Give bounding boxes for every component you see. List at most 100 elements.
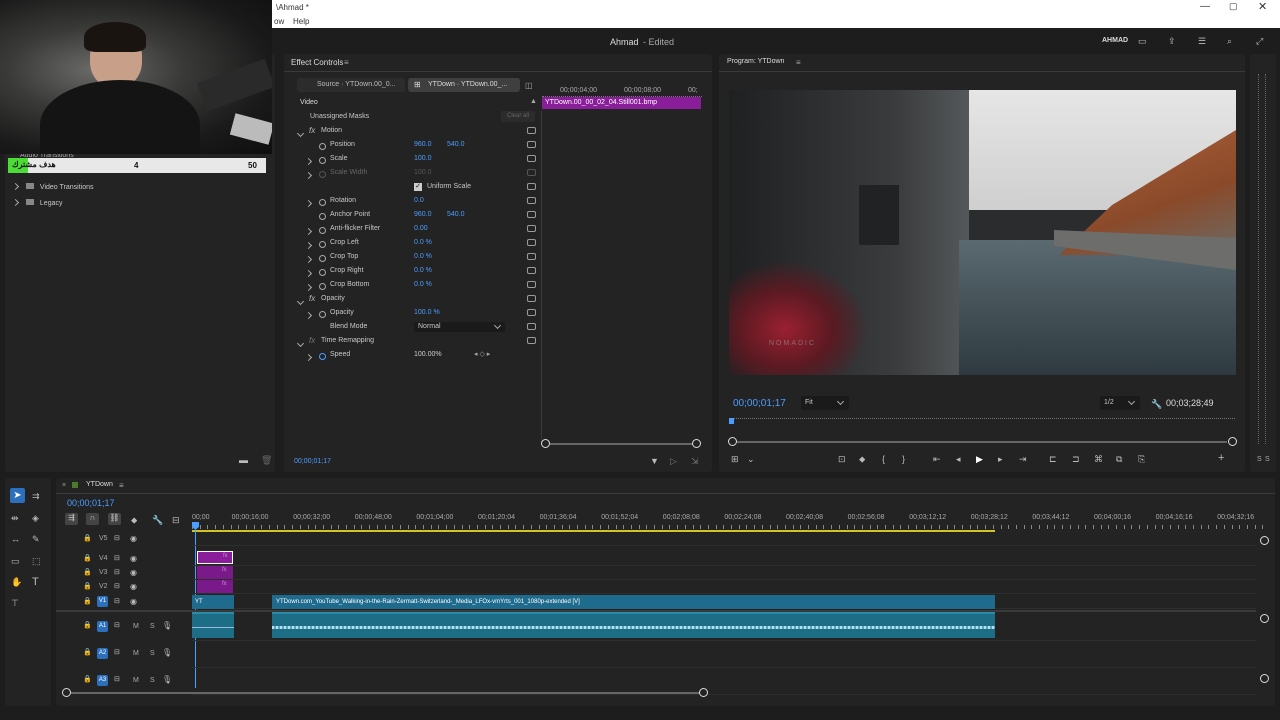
comparison-view-icon[interactable]: ⧉ xyxy=(1116,454,1122,464)
lock-icon[interactable]: 🔒 xyxy=(83,648,92,658)
blend-mode-select[interactable]: Normal xyxy=(414,321,505,332)
step-forward-icon[interactable]: ▸ xyxy=(998,454,1003,464)
program-time-ruler[interactable] xyxy=(729,418,1235,422)
timeline-timecode[interactable]: 00;00;01;17 xyxy=(67,498,115,508)
timeline-settings-wrench-icon[interactable]: 🔧 xyxy=(152,515,163,525)
property-value[interactable]: 960.0 xyxy=(414,138,432,152)
sync-lock-icon[interactable]: ⊟ xyxy=(114,582,120,592)
main-video-clip-v1[interactable]: YTDown.com_YouTube_Walking-in-the-Rain-Z… xyxy=(272,595,995,609)
lock-icon[interactable]: 🔒 xyxy=(83,554,92,564)
lock-icon[interactable]: 🔒 xyxy=(83,568,92,578)
effect-row[interactable]: Crop Top 0.0 % xyxy=(284,250,541,264)
sync-lock-icon[interactable]: ⊟ xyxy=(114,554,120,564)
uniform-scale-checkbox[interactable]: ✓ xyxy=(414,183,422,191)
lock-icon[interactable]: 🔒 xyxy=(83,621,92,631)
add-marker-icon[interactable]: ⬥ xyxy=(131,515,137,525)
property-value[interactable]: 0.00 xyxy=(414,222,428,236)
effect-row[interactable]: Opacity 100.0 % xyxy=(284,306,541,320)
timeline-zoom-left-handle[interactable] xyxy=(62,688,71,697)
track-target-button[interactable]: A3 xyxy=(97,675,108,686)
effect-row[interactable]: fx Motion xyxy=(284,124,541,138)
property-value[interactable]: 100.0 xyxy=(414,166,432,180)
track-target-button[interactable]: A1 xyxy=(97,621,108,632)
effect-row[interactable]: fx Opacity xyxy=(284,292,541,306)
caption-tool-icon[interactable]: ⊤ xyxy=(11,598,19,608)
marker-icon[interactable]: ⬥ xyxy=(859,454,865,464)
folder-legacy[interactable]: Legacy xyxy=(11,198,62,207)
keyframe-nav-icon[interactable]: ◂ ◇ ▸ xyxy=(474,348,490,362)
program-zoom-bar[interactable] xyxy=(737,441,1227,443)
timeline-zoom-right-handle[interactable] xyxy=(699,688,708,697)
play-audio-icon[interactable]: ▷ xyxy=(670,456,677,466)
reset-parameter-icon[interactable] xyxy=(527,239,536,246)
linked-selection-icon[interactable]: ⛓ xyxy=(108,513,121,525)
toggle-timeline-icon[interactable]: ◫ xyxy=(525,81,533,90)
effect-row[interactable]: ✓ Uniform Scale xyxy=(284,180,541,194)
snap-icon[interactable]: ∩ xyxy=(86,513,99,525)
maximize-icon[interactable]: ▢ xyxy=(1229,1,1238,12)
sync-lock-icon[interactable]: ⊟ xyxy=(114,675,120,685)
lock-icon[interactable]: 🔒 xyxy=(83,534,92,544)
sync-lock-icon[interactable]: ⊟ xyxy=(114,534,120,544)
add-button-icon[interactable]: + xyxy=(1218,453,1224,464)
close-sequence-icon[interactable]: × xyxy=(62,482,66,489)
ec-zoom-bar[interactable] xyxy=(550,443,695,445)
effect-row[interactable]: Crop Right 0.0 % xyxy=(284,264,541,278)
program-playhead-timecode[interactable]: 00;00;01;17 xyxy=(733,398,786,409)
mark-in-icon[interactable]: ⊡ xyxy=(838,454,846,464)
ec-zoom-left-handle[interactable] xyxy=(541,439,550,448)
microphone-icon[interactable]: 🎙 xyxy=(162,648,172,658)
track-select-tool-icon[interactable]: ⇉ xyxy=(32,491,40,501)
workspaces-icon[interactable]: ☰ xyxy=(1198,36,1206,46)
effect-row[interactable]: Position 960.0 540.0 xyxy=(284,138,541,152)
mark-in-bracket-icon[interactable]: { xyxy=(882,454,885,464)
sync-lock-icon[interactable]: ⊟ xyxy=(114,621,120,631)
timeline-zoom-bar[interactable] xyxy=(71,692,701,694)
user-name[interactable]: AHMAD xyxy=(1102,37,1128,44)
solo-button[interactable]: S xyxy=(150,623,155,630)
reset-parameter-icon[interactable] xyxy=(527,211,536,218)
shape-tool-icon[interactable]: ⬚ xyxy=(32,556,41,566)
lift-icon[interactable]: ⊏ xyxy=(1049,454,1057,464)
eye-icon[interactable]: ◉ xyxy=(130,534,137,544)
minimize-icon[interactable]: — xyxy=(1200,1,1210,12)
reset-parameter-icon[interactable] xyxy=(527,323,536,330)
sequence-clip-tab[interactable]: ⊞ YTDown · YTDown.00_... xyxy=(408,78,520,92)
mark-out-bracket-icon[interactable]: } xyxy=(902,454,905,464)
reset-parameter-icon[interactable] xyxy=(527,183,536,190)
ec-zoom-right-handle[interactable] xyxy=(692,439,701,448)
chevron-right-icon[interactable] xyxy=(11,198,20,207)
camera-icon[interactable]: ⌘ xyxy=(1094,454,1103,464)
short-clip-v1[interactable]: YT xyxy=(192,595,234,609)
still-clip-v4[interactable]: fx xyxy=(197,551,233,564)
source-clip-tab[interactable]: Source · YTDown.00_0... xyxy=(297,78,405,92)
menu-item-window[interactable]: ow xyxy=(274,17,284,26)
step-back-icon[interactable]: ◂ xyxy=(956,454,961,464)
lock-icon[interactable]: 🔒 xyxy=(83,675,92,685)
property-value[interactable]: 0.0 % xyxy=(414,250,432,264)
program-zoom-right-handle[interactable] xyxy=(1228,437,1237,446)
go-to-out-icon[interactable]: ⇥ xyxy=(1019,454,1027,464)
property-value[interactable]: 0.0 xyxy=(414,194,424,208)
ripple-edit-tool-icon[interactable]: ⇹ xyxy=(11,513,19,523)
nest-toggle-icon[interactable]: ⇶ xyxy=(65,513,78,525)
still-clip-v2[interactable]: fx xyxy=(197,580,233,593)
reset-parameter-icon[interactable] xyxy=(527,337,536,344)
fullscreen-icon[interactable]: ⤢ xyxy=(1256,36,1263,46)
type-tool-icon[interactable]: T xyxy=(32,577,39,588)
effect-row[interactable]: Anti-flicker Filter 0.00 xyxy=(284,222,541,236)
slip-tool-icon[interactable]: ↔ xyxy=(11,534,20,544)
effect-row[interactable]: Scale Width 100.0 xyxy=(284,166,541,180)
menu-item-help[interactable]: Help xyxy=(293,17,309,26)
effect-controls-title[interactable]: Effect Controls xyxy=(291,58,343,67)
panel-menu-icon[interactable]: ≡ xyxy=(119,481,124,490)
effect-row[interactable]: Scale 100.0 xyxy=(284,152,541,166)
share-icon[interactable]: ⇪ xyxy=(1168,36,1176,46)
hand-tool-icon[interactable]: ✋ xyxy=(11,577,22,587)
fit-dropdown[interactable]: Fit xyxy=(801,396,849,410)
property-value[interactable]: 960.0 xyxy=(414,208,432,222)
effect-row[interactable]: Rotation 0.0 xyxy=(284,194,541,208)
eye-icon[interactable]: ◉ xyxy=(130,554,137,564)
effect-row[interactable]: Crop Bottom 0.0 % xyxy=(284,278,541,292)
reset-parameter-icon[interactable] xyxy=(527,225,536,232)
